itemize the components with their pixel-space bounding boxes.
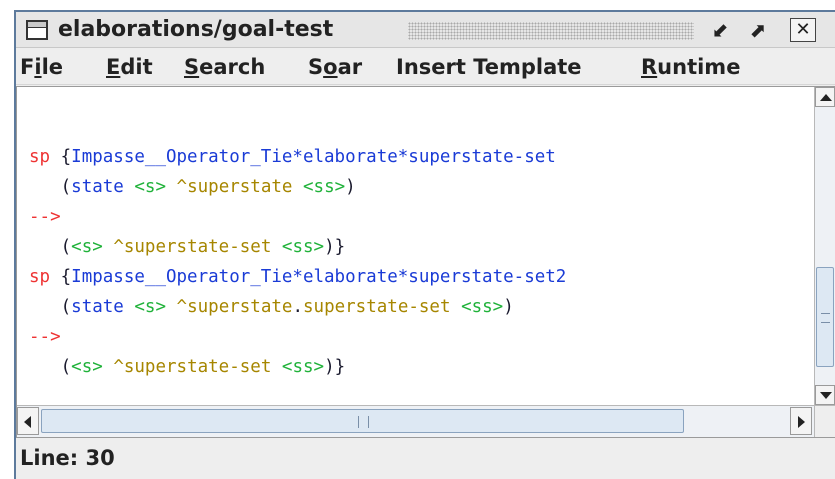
menu-edit-mnemonic: E: [106, 55, 121, 79]
variable: <ss>: [281, 237, 325, 257]
attribute: ^superstate: [176, 297, 293, 317]
code-line: sp {Impasse__Operator_Tie*elaborate*supe…: [29, 142, 556, 172]
code-line: (state <s> ^superstate.superstate-set <s…: [29, 292, 514, 322]
paren: ): [345, 177, 356, 197]
variable: <ss>: [303, 177, 346, 197]
menu-soar-label-a: S: [308, 55, 324, 79]
minimize-icon[interactable]: ⬋: [708, 17, 732, 43]
menu-soar-label-b: ar: [337, 55, 363, 79]
vertical-scroll-thumb[interactable]: [816, 267, 834, 367]
editor-frame: sp {Impasse__Operator_Tie*elaborate*supe…: [16, 86, 835, 438]
variable: <ss>: [461, 297, 504, 317]
state-keyword: state: [71, 297, 124, 317]
code-line: -->: [29, 322, 61, 352]
window-title: elaborations/goal-test: [58, 17, 334, 42]
keyword: sp: [29, 267, 51, 287]
horizontal-scroll-thumb[interactable]: [41, 409, 684, 433]
horizontal-scrollbar[interactable]: [17, 405, 814, 437]
state-keyword: state: [71, 177, 124, 197]
arrow: -->: [29, 207, 61, 227]
paren: ): [503, 297, 514, 317]
code-editor[interactable]: sp {Impasse__Operator_Tie*elaborate*supe…: [17, 87, 814, 405]
menu-runtime-mnemonic: R: [641, 55, 658, 79]
menu-search-mnemonic: S: [184, 55, 200, 79]
window-icon: [26, 20, 48, 40]
arrow: -->: [29, 327, 61, 347]
variable: <s>: [71, 357, 103, 377]
code-line: (state <s> ^superstate <ss>): [29, 172, 356, 202]
menu-edit-label: dit: [120, 55, 153, 79]
menu-file-label-a: F: [20, 55, 35, 79]
variable: <s>: [134, 177, 166, 197]
paren: (: [29, 357, 72, 377]
paren: (: [29, 297, 72, 317]
menu-edit[interactable]: Edit: [106, 55, 153, 79]
scroll-left-icon[interactable]: [17, 407, 39, 435]
scroll-down-icon[interactable]: [815, 385, 835, 405]
vertical-scrollbar[interactable]: [814, 87, 835, 405]
status-bar: Line: 30: [16, 440, 835, 479]
editor-window: elaborations/goal-test ⬋ ⬈ ✕ File Edit S…: [14, 10, 835, 479]
scroll-right-icon[interactable]: [790, 407, 812, 435]
dot: .: [292, 297, 303, 317]
paren: )}: [324, 237, 346, 257]
keyword: sp: [29, 147, 51, 167]
line-number-status: Line: 30: [20, 446, 115, 470]
menu-file[interactable]: File: [20, 55, 63, 79]
menu-runtime[interactable]: Runtime: [641, 55, 740, 79]
menu-insert-template[interactable]: Insert Template: [396, 55, 582, 79]
code-line: (<s> ^superstate-set <ss>)}: [29, 232, 346, 262]
paren: (: [29, 177, 72, 197]
production-name: Impasse__Operator_Tie*elaborate*supersta…: [71, 267, 567, 287]
attribute: ^superstate-set: [113, 357, 272, 377]
paren: (: [29, 237, 72, 257]
menu-bar: File Edit Search Soar Insert Template Ru…: [16, 49, 835, 85]
scroll-up-icon[interactable]: [815, 87, 835, 107]
production-name: Impasse__Operator_Tie*elaborate*supersta…: [71, 147, 556, 167]
variable: <s>: [134, 297, 166, 317]
menu-soar[interactable]: Soar: [308, 55, 362, 79]
code-line: sp {Impasse__Operator_Tie*elaborate*supe…: [29, 262, 566, 292]
variable: <s>: [71, 237, 103, 257]
attribute: ^superstate-set: [113, 237, 272, 257]
menu-runtime-label: untime: [657, 55, 741, 79]
variable: <ss>: [281, 357, 325, 377]
scroll-corner: [814, 405, 835, 437]
close-icon[interactable]: ✕: [790, 18, 816, 42]
code-line: -->: [29, 202, 61, 232]
paren: )}: [324, 357, 346, 377]
attribute: superstate-set: [303, 297, 451, 317]
menu-file-mnemonic: i: [34, 55, 42, 79]
code-line: (<s> ^superstate-set <ss>)}: [29, 352, 346, 382]
maximize-icon[interactable]: ⬈: [746, 17, 770, 43]
menu-search[interactable]: Search: [184, 55, 265, 79]
menu-search-label: earch: [199, 55, 266, 79]
title-bar[interactable]: elaborations/goal-test ⬋ ⬈ ✕: [16, 12, 835, 48]
menu-soar-mnemonic: o: [323, 55, 338, 79]
menu-file-label-b: le: [41, 55, 64, 79]
brace: {: [50, 267, 72, 287]
title-bar-texture: [408, 22, 694, 40]
attribute: ^superstate: [176, 177, 293, 197]
brace: {: [50, 147, 72, 167]
